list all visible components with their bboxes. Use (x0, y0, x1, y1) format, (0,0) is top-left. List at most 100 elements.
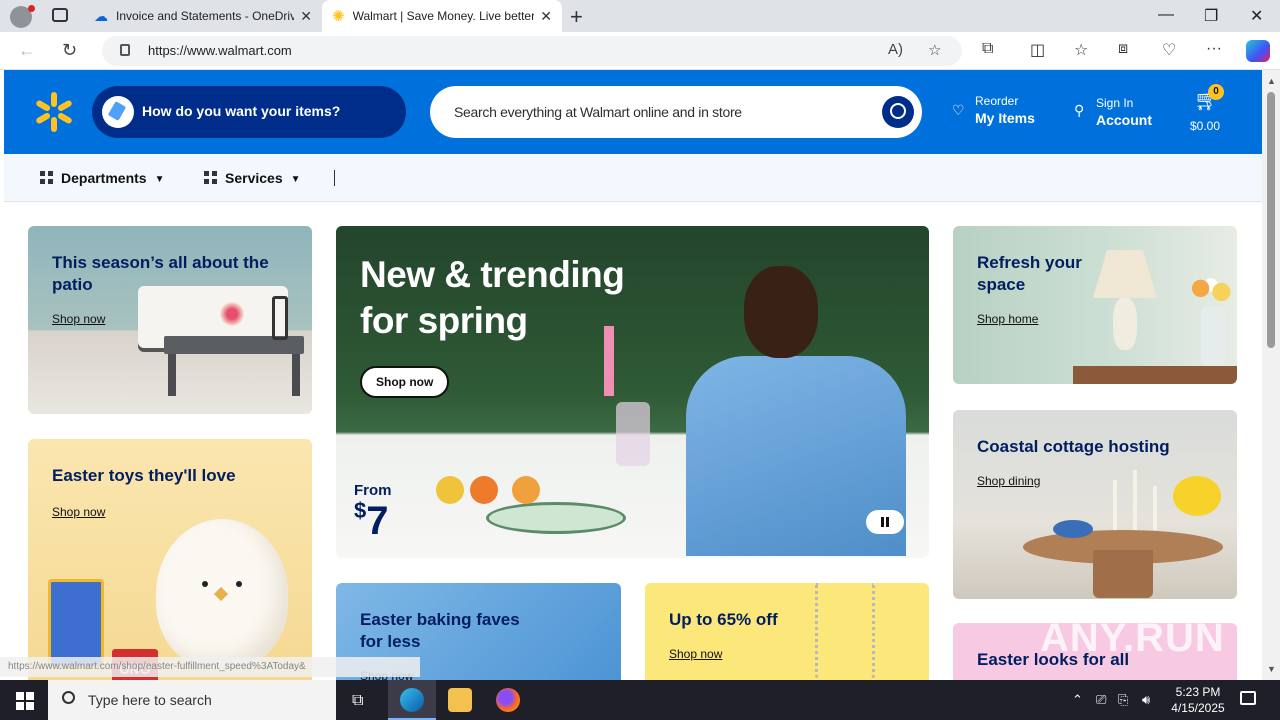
reorder-my-items-link[interactable]: Reorder My Items (975, 94, 1035, 126)
tab-onedrive[interactable]: ☁ Invoice and Statements - OneDrive ✕ (84, 0, 322, 32)
account-label: Account (1096, 112, 1152, 128)
hero-shop-now-button[interactable]: Shop now (360, 366, 450, 398)
departments-label: Departments (61, 170, 147, 186)
favorite-star-icon[interactable]: ☆ (928, 41, 941, 59)
lock-icon[interactable] (120, 44, 130, 56)
tray-chevron-up-icon[interactable]: ⌃ (1072, 692, 1083, 708)
owl-eye (236, 581, 242, 587)
more-menu-icon[interactable]: ··· (1206, 40, 1222, 58)
collections-icon[interactable]: ⧈ (1118, 40, 1128, 58)
read-aloud-icon[interactable]: A) (888, 41, 903, 58)
card-title: Refresh your space (977, 253, 1082, 294)
walmart-spark-logo-icon[interactable] (34, 92, 74, 132)
shop-dining-link[interactable]: Shop dining (977, 474, 1040, 488)
new-tab-icon[interactable]: + (570, 4, 583, 30)
shop-now-link[interactable]: Shop now (669, 647, 722, 661)
task-view-icon[interactable]: ⧉ (352, 692, 363, 710)
windows-start-icon[interactable] (16, 692, 34, 710)
restore-icon[interactable]: ❐ (1204, 6, 1218, 26)
cloud-icon: ☁ (94, 7, 108, 24)
edge-browser-icon[interactable] (400, 688, 424, 712)
promo-card-patio[interactable]: This season’s all about the patio Shop n… (28, 226, 312, 414)
price-value: $7 (354, 498, 389, 544)
my-items-label: My Items (975, 110, 1035, 126)
price-number: 7 (366, 499, 389, 543)
status-bar-url: https://www.walmart.com/shop/easter-fulf… (0, 657, 420, 677)
search-icon[interactable] (882, 96, 914, 128)
owl-plush-image (156, 519, 288, 669)
notification-dot-icon (28, 5, 35, 12)
hero-banner-spring[interactable]: New & trending for spring Shop now From … (336, 226, 929, 558)
network-icon[interactable]: ⎘ (1118, 692, 1128, 708)
page-viewport: How do you want your items? Search every… (0, 70, 1262, 680)
taskbar-search-input[interactable]: Type here to search (48, 680, 336, 720)
notifications-icon[interactable] (1240, 691, 1256, 705)
close-tab-icon[interactable]: ✕ (540, 8, 552, 25)
table-leg-image (168, 354, 176, 396)
firefox-icon[interactable] (496, 688, 520, 712)
lantern-image (272, 296, 288, 340)
url-field[interactable]: https://www.walmart.com A) ☆ (102, 36, 962, 66)
vase-image (1201, 306, 1225, 366)
tray-device-icon[interactable]: ⎚ (1096, 692, 1106, 708)
promo-card-refresh-space[interactable]: Refresh your space Shop home (953, 226, 1237, 384)
departments-menu-button[interactable]: Departments ▼ (40, 170, 165, 186)
chevron-down-icon: ▼ (154, 174, 165, 185)
card-title: Coastal cottage hosting (977, 437, 1170, 456)
scroll-thumb[interactable] (1267, 92, 1275, 348)
clock-date: 4/15/2025 (1171, 701, 1225, 715)
scroll-up-icon[interactable]: ▲ (1267, 76, 1276, 86)
url-text[interactable]: https://www.walmart.com (148, 43, 292, 58)
taskbar-clock[interactable]: 5:23 PM 4/15/2025 (1168, 684, 1228, 716)
extensions-icon[interactable]: ⧉ (982, 40, 993, 58)
minimize-icon[interactable]: — (1158, 6, 1174, 24)
page-scrollbar[interactable]: ▲ ▼ (1262, 70, 1280, 680)
user-icon: ⚲ (1074, 102, 1085, 118)
card-title: Easter toys they'll love (52, 466, 236, 485)
scroll-down-icon[interactable]: ▼ (1267, 664, 1276, 674)
promo-card-up-to-65-off[interactable]: Up to 65% off Shop now (645, 583, 929, 680)
grid-icon (204, 171, 217, 184)
services-menu-button[interactable]: Services ▼ (204, 170, 301, 186)
promo-card-coastal-cottage[interactable]: Coastal cottage hosting Shop dining (953, 410, 1237, 599)
owl-beak (213, 586, 229, 602)
price-from-label: From (354, 482, 392, 499)
fulfillment-label: How do you want your items? (142, 103, 341, 119)
fulfillment-selector-button[interactable]: How do you want your items? (92, 86, 406, 138)
anyrun-watermark: ANY.RUN (1040, 616, 1225, 660)
back-icon[interactable]: ← (18, 40, 36, 61)
glass-vase-image (616, 402, 650, 466)
tab-walmart[interactable]: ✺ Walmart | Save Money. Live better. ✕ (322, 0, 562, 32)
file-explorer-icon[interactable] (448, 688, 472, 712)
promo-card-easter-toys[interactable]: UNO Easter toys they'll love Shop now (28, 439, 312, 680)
sign-in-label: Sign In (1096, 96, 1134, 110)
clock-time: 5:23 PM (1175, 685, 1221, 699)
tab-title: Walmart | Save Money. Live better. (352, 9, 535, 23)
sub-navigation: Departments ▼ Services ▼ (4, 154, 1262, 202)
sign-in-account-link[interactable]: Sign In Account (1096, 96, 1152, 128)
shop-home-link[interactable]: Shop home (977, 312, 1038, 326)
browser-essentials-icon[interactable]: ♡ (1162, 40, 1176, 60)
cart-button[interactable]: 🛒︎ 0 $0.00 (1190, 84, 1224, 133)
orange-image (470, 476, 498, 504)
cart-count-badge: 0 (1208, 84, 1224, 100)
carousel-pause-icon[interactable] (866, 510, 904, 534)
split-screen-icon[interactable]: ◫ (1030, 40, 1045, 60)
cart-total: $0.00 (1190, 119, 1221, 133)
tab-title: Invoice and Statements - OneDrive (116, 9, 295, 23)
volume-icon[interactable]: 🔊︎ (1142, 692, 1150, 708)
favorites-icon[interactable]: ☆ (1074, 40, 1088, 60)
tab-actions-icon[interactable] (52, 8, 68, 22)
shop-now-link[interactable]: Shop now (52, 312, 105, 326)
refresh-icon[interactable]: ↻ (62, 40, 77, 61)
currency-symbol: $ (354, 498, 367, 523)
close-tab-icon[interactable]: ✕ (300, 8, 312, 25)
chevron-down-icon: ▼ (290, 174, 301, 185)
divider (334, 170, 335, 186)
search-input[interactable]: Search everything at Walmart online and … (430, 86, 922, 138)
toy-car-pack-image (48, 579, 104, 669)
close-window-icon[interactable]: ✕ (1250, 6, 1263, 26)
shop-now-link[interactable]: Shop now (52, 505, 105, 519)
copilot-icon[interactable] (1246, 40, 1270, 62)
hero-title: New & trending for spring (360, 252, 625, 344)
